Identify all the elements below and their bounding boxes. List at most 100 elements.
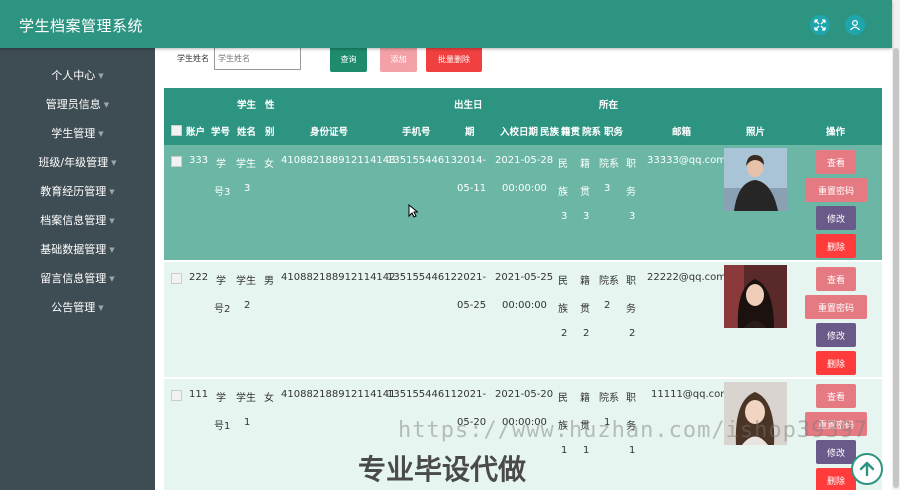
scrollbar-thumb[interactable] — [893, 48, 899, 488]
cell-name: 学生 — [236, 159, 256, 170]
delete-button[interactable]: 删除 — [816, 234, 856, 258]
cell-email: 22222@qq.com — [647, 272, 727, 283]
cell-enroll-2: 00:00:00 — [502, 300, 547, 311]
header-enroll-date: 入校日期 — [500, 127, 539, 138]
cell-name: 学生 — [236, 276, 256, 287]
sidebar-item-student-management[interactable]: 学生管理 ▼ — [0, 119, 155, 147]
delete-button[interactable]: 删除 — [816, 351, 856, 375]
sidebar-item-messages[interactable]: 留言信息管理 ▼ — [0, 264, 155, 292]
chevron-down-icon: ▼ — [109, 274, 115, 283]
view-button[interactable]: 查看 — [816, 150, 856, 174]
view-button[interactable]: 查看 — [816, 384, 856, 408]
back-to-top-button[interactable] — [851, 453, 883, 485]
query-button[interactable]: 查询 — [330, 46, 367, 72]
row-checkbox[interactable] — [171, 390, 182, 401]
edit-button[interactable]: 修改 — [816, 206, 856, 230]
header-position: 职务 — [604, 127, 624, 138]
reset-password-button[interactable]: 重置密码 — [805, 295, 867, 319]
student-name-search-input[interactable] — [214, 46, 301, 70]
edit-button[interactable]: 修改 — [816, 440, 856, 464]
reset-password-button[interactable]: 重置密码 — [805, 178, 867, 202]
cell-position: 职 — [626, 159, 636, 170]
cell-enroll-2: 00:00:00 — [502, 183, 547, 194]
sidebar-item-class-grade[interactable]: 班级/年级管理 ▼ — [0, 148, 155, 176]
cell-ethnic: 民 — [558, 393, 568, 404]
cell-position-3: 2 — [629, 328, 636, 339]
chevron-down-icon: ▼ — [98, 129, 104, 138]
batch-delete-button[interactable]: 批量删除 — [426, 46, 482, 72]
cell-ethnic-3: 1 — [561, 445, 568, 456]
chevron-down-icon: ▼ — [98, 303, 104, 312]
edit-button[interactable]: 修改 — [816, 323, 856, 347]
row-checkbox[interactable] — [171, 273, 182, 284]
header-name-top: 学生 — [237, 100, 257, 111]
sidebar-item-label: 留言信息管理 — [40, 272, 107, 285]
user-icon — [850, 19, 860, 31]
sidebar-item-personal-center[interactable]: 个人中心 ▼ — [0, 61, 155, 89]
cell-email: 11111@qq.com — [651, 389, 731, 400]
cell-name-2: 3 — [244, 183, 251, 194]
cell-phone: 13515544611 — [387, 389, 457, 400]
cell-birth: 2014- — [457, 155, 487, 166]
chevron-down-icon: ▼ — [109, 216, 115, 225]
table-row[interactable]: 333 学 号3 学生 3 女 410882188912114143 13515… — [164, 145, 882, 260]
sidebar-item-education[interactable]: 教育经历管理 ▼ — [0, 177, 155, 205]
cell-gender: 女 — [264, 159, 274, 170]
select-all-checkbox[interactable] — [171, 125, 182, 136]
cell-birth: 2021- — [457, 272, 487, 283]
cell-email: 33333@qq.com — [647, 155, 727, 166]
table-row[interactable]: 222 学 号2 学生 2 男 410882188912114142 13515… — [164, 262, 882, 377]
row-checkbox[interactable] — [171, 156, 182, 167]
sidebar-item-label: 班级/年级管理 — [38, 156, 109, 169]
student-photo[interactable] — [724, 265, 787, 328]
cell-account: 222 — [189, 272, 209, 283]
cell-enroll: 2021-05-25 — [495, 272, 554, 283]
header-hometown-top: 所在 — [599, 100, 619, 111]
cell-position-3: 3 — [629, 211, 636, 222]
student-photo-image — [724, 265, 787, 328]
cell-position-2: 务 — [626, 304, 636, 315]
chevron-down-icon: ▼ — [109, 245, 115, 254]
header-account: 账户 — [186, 127, 206, 138]
page-scrollbar[interactable] — [892, 0, 900, 490]
watermark-text: 专业毕设代做 — [358, 453, 527, 486]
cell-hometown-3: 1 — [583, 445, 590, 456]
cell-dept: 院系 — [599, 393, 619, 404]
cell-gender: 男 — [264, 276, 274, 287]
cell-student-no-2: 号1 — [214, 421, 231, 432]
cell-ethnic-2: 族 — [558, 187, 568, 198]
cell-name: 学生 — [236, 393, 256, 404]
sidebar-item-label: 教育经历管理 — [40, 185, 107, 198]
cell-position: 职 — [626, 393, 636, 404]
cell-ethnic-2: 族 — [558, 304, 568, 315]
header-birth-bottom: 期 — [465, 127, 475, 138]
cell-student-no: 学 — [216, 393, 226, 404]
delete-button[interactable]: 删除 — [816, 468, 856, 490]
fullscreen-button[interactable] — [810, 15, 830, 35]
sidebar-item-label: 基础数据管理 — [40, 243, 107, 256]
add-button[interactable]: 添加 — [380, 46, 417, 72]
search-label: 学生姓名 — [177, 54, 209, 63]
cell-hometown-3: 2 — [583, 328, 590, 339]
sidebar-item-basic-data[interactable]: 基础数据管理 ▼ — [0, 235, 155, 263]
header-birth-top: 出生日 — [454, 100, 483, 111]
header-id-card: 身份证号 — [310, 127, 349, 138]
chevron-down-icon: ▼ — [111, 158, 117, 167]
header-gender-bottom: 别 — [265, 127, 275, 138]
user-button[interactable] — [845, 15, 865, 35]
cell-student-no: 学 — [216, 276, 226, 287]
sidebar-item-label: 管理员信息 — [45, 98, 101, 111]
cell-id-card: 410882188912114142 — [281, 272, 396, 283]
cell-dept-2: 2 — [604, 300, 611, 311]
cell-position: 职 — [626, 276, 636, 287]
sidebar-item-archive-info[interactable]: 档案信息管理 ▼ — [0, 206, 155, 234]
view-button[interactable]: 查看 — [816, 267, 856, 291]
sidebar: 个人中心 ▼ 管理员信息 ▼ 学生管理 ▼ 班级/年级管理 ▼ 教育经历管理 ▼ 档案信息… — [0, 48, 155, 490]
chevron-down-icon: ▼ — [98, 71, 104, 80]
student-photo[interactable] — [724, 148, 787, 211]
sidebar-item-admin-info[interactable]: 管理员信息 ▼ — [0, 90, 155, 118]
sidebar-item-announcements[interactable]: 公告管理 ▼ — [0, 293, 155, 321]
cell-hometown: 籍 — [580, 276, 590, 287]
student-photo-image — [724, 148, 787, 211]
cell-dept: 院系 — [599, 276, 619, 287]
